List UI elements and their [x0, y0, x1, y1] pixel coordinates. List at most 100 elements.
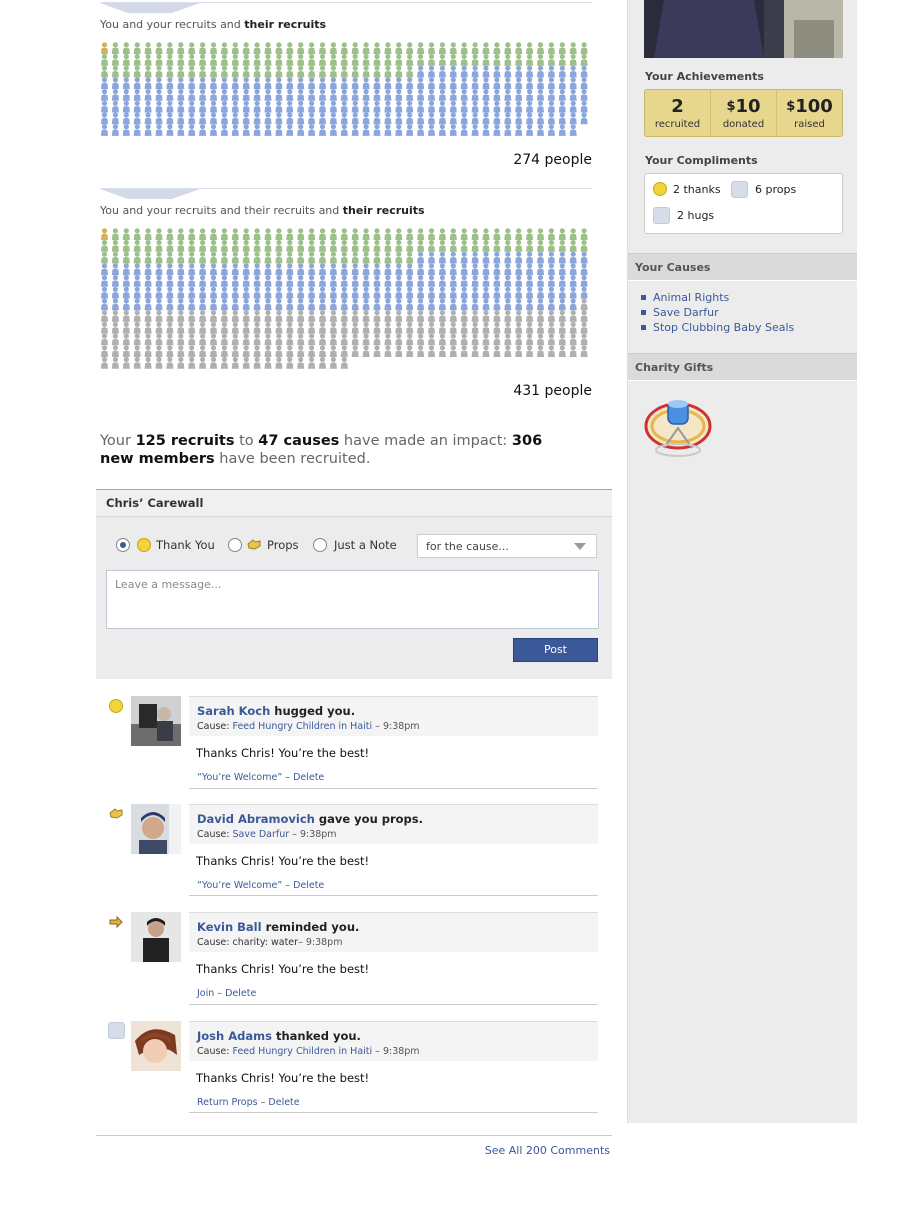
comment-actions: “You’re Welcome” – Delete	[197, 772, 325, 783]
avatar[interactable]	[131, 1021, 181, 1071]
person-icon	[395, 89, 403, 101]
person-icon	[460, 298, 468, 311]
person-icon	[210, 356, 217, 369]
see-all-comments-link[interactable]: See All 200 Comments	[485, 1144, 610, 1157]
person-icon	[101, 321, 108, 334]
person-icon	[231, 275, 239, 287]
person-icon	[406, 263, 414, 276]
pyramid-caption: You and your recruits and their recruits	[100, 18, 327, 31]
person-icon	[286, 42, 294, 54]
avatar[interactable]	[131, 804, 181, 854]
person-icon	[493, 345, 501, 357]
person-icon	[166, 124, 174, 136]
cause-select[interactable]: for the cause...	[417, 534, 597, 558]
person-icon	[122, 112, 130, 125]
person-icon	[199, 356, 207, 369]
thank-you-radio[interactable]	[116, 538, 130, 552]
person-icon	[547, 65, 555, 78]
person-icon	[460, 65, 468, 78]
cause-link[interactable]: Stop Clubbing Baby Seals	[653, 321, 794, 334]
person-icon	[286, 112, 294, 125]
person-icon	[297, 228, 305, 240]
person-icon	[482, 112, 490, 125]
props-radio[interactable]	[228, 538, 242, 552]
person-icon	[340, 112, 348, 125]
person-icon	[438, 65, 446, 78]
delete-link[interactable]: Delete	[268, 1097, 299, 1108]
just-a-note-radio[interactable]	[313, 538, 327, 552]
person-icon	[253, 239, 261, 252]
person-icon	[417, 286, 425, 299]
person-icon	[275, 124, 283, 136]
person-icon	[144, 333, 152, 346]
person-icon	[471, 124, 479, 136]
person-icon	[373, 239, 381, 252]
user-name-link[interactable]: David Abramovich	[197, 812, 315, 826]
post-button[interactable]: Post	[513, 638, 598, 662]
cause-link[interactable]: Save Darfur	[653, 306, 719, 319]
people-count: 431 people	[513, 383, 592, 399]
list-item[interactable]: Save Darfur	[640, 305, 794, 320]
person-icon	[286, 239, 294, 252]
person-icon	[373, 53, 381, 66]
person-icon	[504, 310, 512, 322]
person-icon	[493, 42, 501, 54]
person-icon	[362, 321, 370, 334]
user-name-link[interactable]: Josh Adams	[197, 1029, 272, 1043]
person-icon	[242, 228, 250, 240]
person-icon	[504, 239, 512, 252]
person-icon	[515, 345, 523, 357]
person-icon	[428, 321, 435, 334]
cause-link[interactable]: Animal Rights	[653, 291, 729, 304]
person-icon	[210, 65, 217, 78]
person-icon	[144, 124, 152, 136]
cause-link[interactable]: Save Darfur	[233, 829, 290, 840]
user-name-link[interactable]: Kevin Ball	[197, 920, 262, 934]
delete-link[interactable]: Delete	[293, 880, 324, 891]
person-icon	[569, 333, 577, 346]
person-icon	[351, 239, 359, 252]
person-icon	[231, 100, 239, 113]
person-icon	[580, 263, 588, 276]
avatar[interactable]	[131, 696, 181, 746]
thank-you-label[interactable]: Thank You	[156, 538, 215, 552]
message-input[interactable]: Leave a message...	[106, 570, 599, 629]
list-item[interactable]: Stop Clubbing Baby Seals	[640, 320, 794, 335]
person-icon	[329, 298, 337, 311]
user-name-link[interactable]: Sarah Koch	[197, 704, 270, 718]
person-icon	[428, 310, 435, 322]
cause-link[interactable]: Feed Hungry Children in Haiti	[233, 1046, 373, 1057]
person-icon	[264, 42, 272, 54]
person-icon	[438, 333, 446, 346]
person-icon	[329, 100, 337, 113]
profile-photo[interactable]	[644, 0, 843, 58]
person-icon	[580, 89, 588, 101]
join-link[interactable]: Join	[197, 988, 214, 999]
cause-link[interactable]: Feed Hungry Children in Haiti	[233, 721, 373, 732]
just-a-note-label[interactable]: Just a Note	[334, 538, 397, 552]
props-label[interactable]: Props	[267, 538, 299, 552]
youre-welcome-link[interactable]: “You’re Welcome”	[197, 880, 282, 891]
person-icon	[231, 112, 239, 125]
person-icon	[558, 53, 566, 66]
delete-link[interactable]: Delete	[293, 772, 324, 783]
avatar[interactable]	[131, 912, 181, 962]
person-icon	[351, 77, 359, 90]
person-icon	[253, 124, 261, 136]
person-icon	[220, 298, 228, 311]
person-icon	[319, 124, 326, 136]
person-icon	[308, 275, 316, 287]
person-icon	[515, 77, 523, 90]
return-props-link[interactable]: Return Props	[197, 1097, 258, 1108]
person-icon	[210, 310, 217, 322]
youre-welcome-link[interactable]: “You’re Welcome”	[197, 772, 282, 783]
person-icon	[220, 124, 228, 136]
person-icon	[569, 239, 577, 252]
delete-link[interactable]: Delete	[225, 988, 256, 999]
charity-gift-icon[interactable]	[644, 398, 712, 458]
person-icon	[210, 333, 217, 346]
person-icon	[515, 333, 523, 346]
person-icon	[547, 321, 555, 334]
achievement-recruited: 2 recruited	[645, 90, 711, 136]
list-item[interactable]: Animal Rights	[640, 290, 794, 305]
